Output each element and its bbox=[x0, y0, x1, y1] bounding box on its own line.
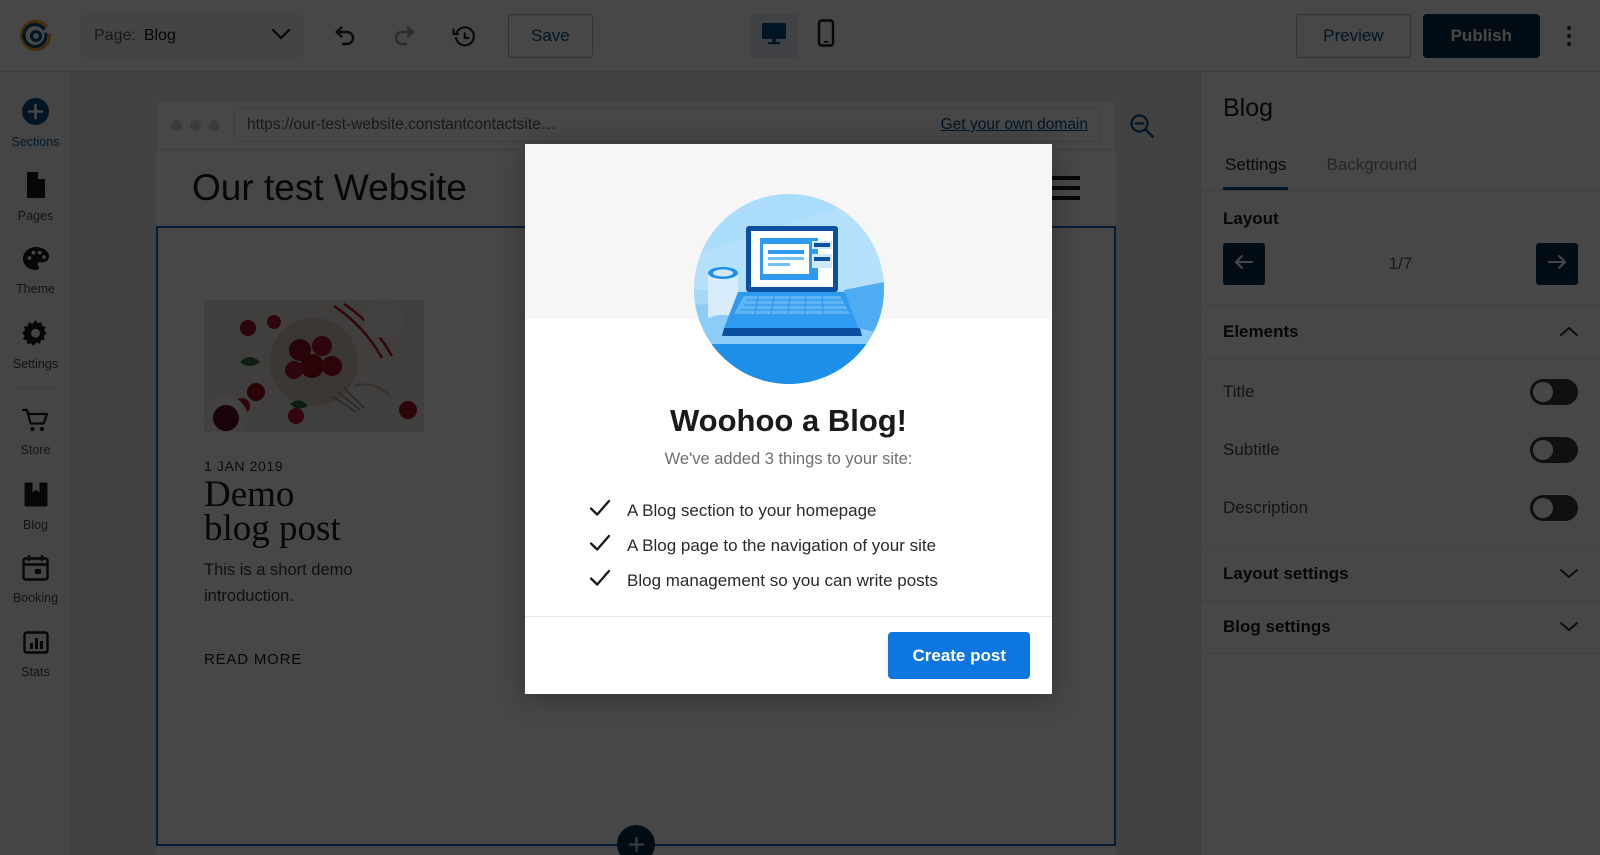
checkmark-icon bbox=[589, 499, 611, 522]
checklist-item: A Blog section to your homepage bbox=[567, 499, 1010, 522]
modal-checklist: A Blog section to your homepage A Blog p… bbox=[567, 499, 1010, 592]
modal-subheading: We've added 3 things to your site: bbox=[664, 450, 913, 468]
checkmark-icon bbox=[589, 534, 611, 557]
app-root: Page: Blog bbox=[0, 0, 1600, 855]
laptop-with-coffee-illustration bbox=[693, 194, 884, 389]
modal-footer: Create post bbox=[525, 616, 1052, 694]
checklist-item: A Blog page to the navigation of your si… bbox=[567, 534, 1010, 557]
modal-hero bbox=[525, 144, 1052, 384]
blog-created-modal: Woohoo a Blog! We've added 3 things to y… bbox=[525, 144, 1052, 694]
checklist-item: Blog management so you can write posts bbox=[567, 569, 1010, 592]
create-post-button[interactable]: Create post bbox=[888, 632, 1030, 679]
checklist-label: A Blog section to your homepage bbox=[627, 500, 877, 520]
modal-heading: Woohoo a Blog! bbox=[669, 403, 908, 438]
checklist-label: Blog management so you can write posts bbox=[627, 570, 938, 590]
checklist-label: A Blog page to the navigation of your si… bbox=[627, 535, 937, 555]
checkmark-icon bbox=[589, 569, 611, 592]
